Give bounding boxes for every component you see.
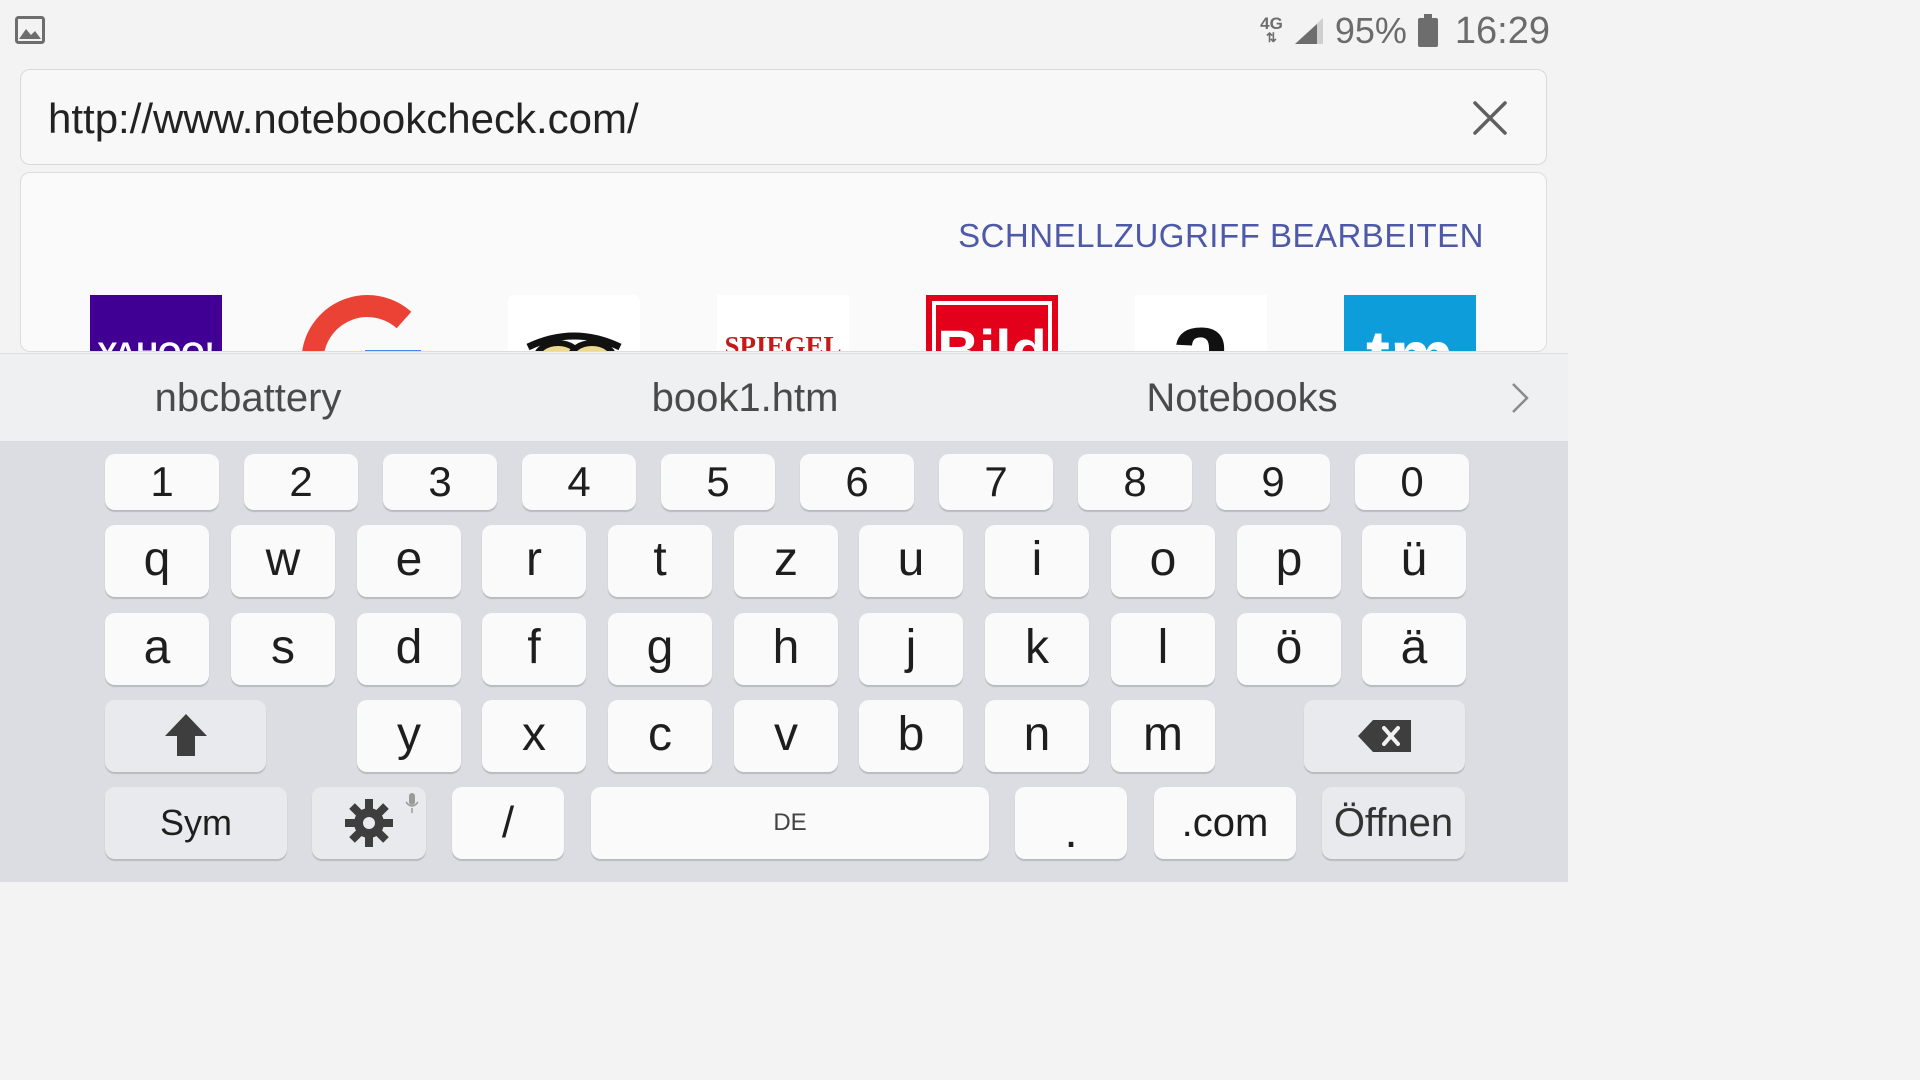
key-u[interactable]: u [859,525,963,597]
status-bar: 4G ⇅ 95% 16:29 [0,0,1568,62]
tripadvisor-owl-icon [526,332,622,351]
key-j[interactable]: j [859,613,963,685]
tripadvisor-tile[interactable] [508,295,640,351]
key-w[interactable]: w [231,525,335,597]
word-suggestion-bar: nbcbattery book1.htm Notebooks [0,353,1568,442]
yahoo-tile[interactable]: YAHOO! [90,295,222,352]
key-6[interactable]: 6 [800,454,914,510]
key-s[interactable]: s [231,613,335,685]
key-t[interactable]: t [608,525,712,597]
signal-icon [1294,18,1323,44]
key-7[interactable]: 7 [939,454,1053,510]
key-o[interactable]: o [1111,525,1215,597]
shift-key[interactable] [105,700,266,772]
svg-text:Bild: Bild [937,319,1047,352]
key-8[interactable]: 8 [1078,454,1192,510]
svg-text:tm: tm [1366,317,1454,352]
key-c[interactable]: c [608,700,712,772]
bild-tile[interactable]: Bild [926,295,1058,352]
yahoo-logo-icon: YAHOO! [97,337,214,352]
key-k[interactable]: k [985,613,1089,685]
key-l[interactable]: l [1111,613,1215,685]
key-v[interactable]: v [734,700,838,772]
url-bar[interactable]: http://www.notebookcheck.com/ [20,69,1547,165]
key-b[interactable]: b [859,700,963,772]
key-h[interactable]: h [734,613,838,685]
battery-percent: 95% [1334,10,1407,51]
open-key[interactable]: Öffnen [1322,787,1465,859]
key-q[interactable]: q [105,525,209,597]
key-x[interactable]: x [482,700,586,772]
microphone-icon [405,793,419,813]
key-3[interactable]: 3 [383,454,497,510]
network-type-indicator: 4G ⇅ [1260,14,1283,45]
url-input[interactable]: http://www.notebookcheck.com/ [48,95,639,143]
backspace-key[interactable] [1304,700,1465,772]
key-i[interactable]: i [985,525,1089,597]
clock: 16:29 [1454,9,1550,52]
key-p[interactable]: p [1237,525,1341,597]
svg-text:YAHOO!: YAHOO! [97,337,214,352]
key-z[interactable]: z [734,525,838,597]
quick-access-panel: SCHNELLZUGRIFF BEARBEITEN YAHOO! SPIEGEL… [20,172,1547,352]
amazon-tile[interactable]: a [1135,295,1267,352]
on-screen-keyboard: 1 2 3 4 5 6 7 8 9 0 q w e r t z u i o p … [0,441,1568,882]
key-5[interactable]: 5 [661,454,775,510]
settings-key[interactable] [312,787,426,859]
key-g[interactable]: g [608,613,712,685]
google-tile[interactable] [299,295,431,351]
key-oe[interactable]: ö [1237,613,1341,685]
key-4[interactable]: 4 [522,454,636,510]
svg-text:SPIEGEL: SPIEGEL [724,331,841,352]
spiegel-tile[interactable]: SPIEGEL [717,295,849,352]
sym-key[interactable]: Sym [105,787,287,859]
edit-quick-access-button[interactable]: SCHNELLZUGRIFF BEARBEITEN [958,217,1484,255]
key-m[interactable]: m [1111,700,1215,772]
bild-logo-icon: Bild [932,301,1052,352]
key-ue[interactable]: ü [1362,525,1466,597]
key-2[interactable]: 2 [244,454,358,510]
tm-logo-icon: tm [1366,317,1454,352]
suggestion-item[interactable]: Notebooks [1077,376,1407,421]
key-ae[interactable]: ä [1362,613,1466,685]
key-1[interactable]: 1 [105,454,219,510]
key-n[interactable]: n [985,700,1089,772]
key-f[interactable]: f [482,613,586,685]
svg-text:a: a [1170,295,1232,352]
key-y[interactable]: y [357,700,461,772]
space-bar[interactable]: DE [591,787,989,859]
key-e[interactable]: e [357,525,461,597]
dotcom-key[interactable]: .com [1154,787,1296,859]
clear-url-icon[interactable] [1472,100,1508,136]
slash-key[interactable]: / [452,787,564,859]
image-notification-icon [15,16,45,44]
suggestion-item[interactable]: book1.htm [580,376,910,421]
shift-arrow-icon [164,714,207,756]
key-d[interactable]: d [357,613,461,685]
backspace-icon [1357,720,1411,752]
period-key[interactable]: . [1015,787,1127,859]
battery-icon [1417,14,1438,47]
amazon-logo-icon: a [1170,295,1232,352]
chevron-right-icon[interactable] [1510,382,1530,414]
gear-icon [345,799,393,847]
key-r[interactable]: r [482,525,586,597]
tm-tile[interactable]: tm [1344,295,1476,352]
key-9[interactable]: 9 [1216,454,1330,510]
suggestion-item[interactable]: nbcbattery [83,376,413,421]
google-logo-icon [302,295,421,351]
spiegel-logo-icon: SPIEGEL [724,331,841,352]
key-a[interactable]: a [105,613,209,685]
key-0[interactable]: 0 [1355,454,1469,510]
